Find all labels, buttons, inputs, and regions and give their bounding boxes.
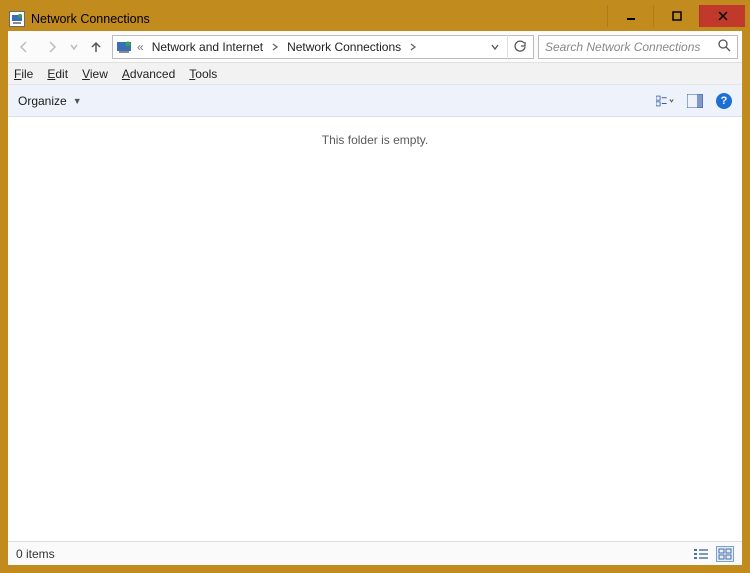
search-input[interactable] <box>545 40 714 54</box>
chevron-right-icon[interactable] <box>407 40 419 54</box>
breadcrumb-item-1[interactable]: Network Connections <box>283 40 405 54</box>
menu-file[interactable]: File <box>14 67 33 81</box>
item-count: 0 items <box>16 547 55 561</box>
refresh-button[interactable] <box>507 35 531 59</box>
change-view-button[interactable] <box>656 92 674 110</box>
window-title: Network Connections <box>31 12 607 26</box>
forward-button[interactable] <box>40 35 64 59</box>
preview-pane-button[interactable] <box>686 92 704 110</box>
minimize-button[interactable] <box>607 5 653 27</box>
command-bar: Organize ▼ ? <box>8 85 742 117</box>
back-button[interactable] <box>12 35 36 59</box>
search-icon[interactable] <box>718 39 731 55</box>
status-bar-right <box>692 546 734 562</box>
chevron-right-icon[interactable] <box>269 40 281 54</box>
up-button[interactable] <box>84 35 108 59</box>
window-controls <box>607 5 745 29</box>
organize-label: Organize <box>18 94 67 108</box>
breadcrumb-item-0[interactable]: Network and Internet <box>148 40 267 54</box>
command-bar-right: ? <box>656 92 732 110</box>
menu-bar: File Edit View Advanced Tools <box>8 63 742 85</box>
recent-locations-button[interactable] <box>68 35 80 59</box>
address-bar[interactable]: « Network and Internet Network Connectio… <box>112 35 534 59</box>
empty-folder-message: This folder is empty. <box>322 133 428 541</box>
content-area[interactable]: This folder is empty. <box>8 117 742 541</box>
breadcrumb-prefix[interactable]: « <box>135 40 146 54</box>
menu-advanced[interactable]: Advanced <box>122 67 175 81</box>
titlebar[interactable]: Network Connections <box>7 7 743 31</box>
menu-edit[interactable]: Edit <box>47 67 68 81</box>
help-button[interactable]: ? <box>716 93 732 109</box>
app-icon <box>9 11 25 27</box>
menu-view[interactable]: View <box>82 67 108 81</box>
organize-button[interactable]: Organize ▼ <box>18 94 82 108</box>
window-frame: Network Connections <box>0 0 750 573</box>
menu-tools[interactable]: Tools <box>189 67 217 81</box>
status-bar: 0 items <box>8 541 742 565</box>
large-icons-view-button[interactable] <box>716 546 734 562</box>
maximize-button[interactable] <box>653 5 699 27</box>
location-icon <box>115 38 133 56</box>
details-view-button[interactable] <box>692 546 710 562</box>
address-history-button[interactable] <box>487 40 503 54</box>
close-button[interactable] <box>699 5 745 27</box>
caret-down-icon: ▼ <box>73 96 82 106</box>
search-box[interactable] <box>538 35 738 59</box>
navigation-bar: « Network and Internet Network Connectio… <box>8 31 742 63</box>
